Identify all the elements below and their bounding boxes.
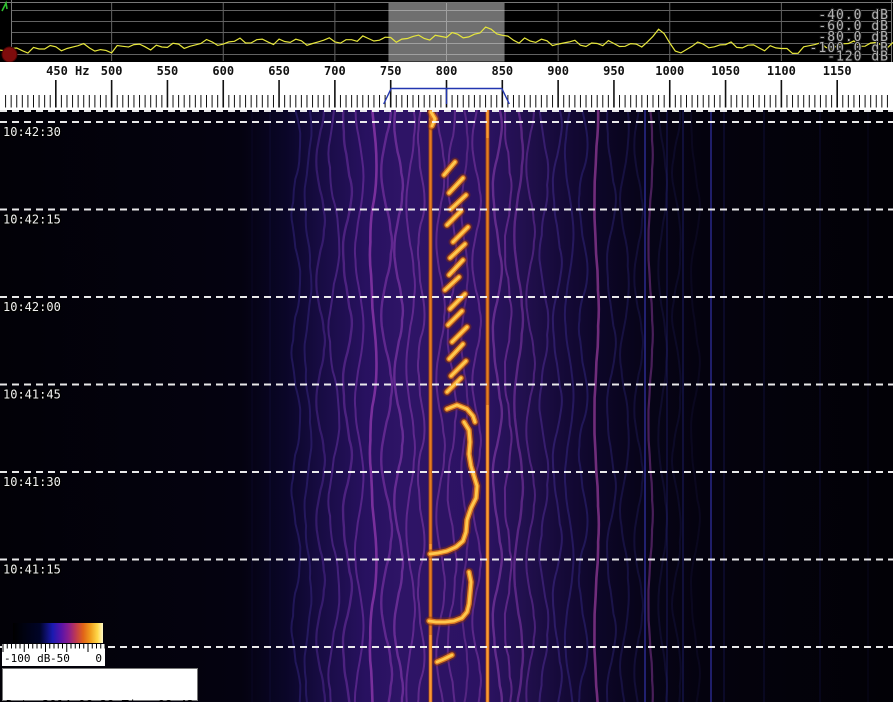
svg-text:1000: 1000 (655, 64, 684, 78)
svg-text:1100: 1100 (767, 64, 796, 78)
svg-text:10:41:30: 10:41:30 (3, 475, 61, 489)
svg-text:750: 750 (380, 64, 402, 78)
svg-text:650: 650 (268, 64, 290, 78)
spectrum-lab-window: -40.0 dB-60.0 dB-80.0 dB-100.0 dB-120 dB… (0, 0, 893, 702)
status-date-time: Date=2014-06-29 Time=08:42 (6, 698, 195, 702)
svg-text:10:42:30: 10:42:30 (3, 125, 61, 139)
waterfall-display[interactable]: 10:42:30 10:42:15 10:42:00 10:41:45 10:41:30… (0, 110, 893, 702)
svg-text:1050: 1050 (711, 64, 740, 78)
svg-text:10:41:45: 10:41:45 (3, 388, 61, 402)
status-box: Date=2014-06-29 Time=08:42 Freq= 400...1… (2, 668, 198, 701)
scale-label-mid: -50 (50, 653, 70, 665)
svg-text:1150: 1150 (823, 64, 852, 78)
svg-text:-120 dB: -120 dB (827, 50, 889, 63)
svg-text:10:41:15: 10:41:15 (3, 563, 61, 577)
svg-text:10:42:15: 10:42:15 (3, 213, 61, 227)
spectrum-graph-panel[interactable]: -40.0 dB-60.0 dB-80.0 dB-100.0 dB-120 dB (0, 0, 893, 62)
scale-label-min: -100 dB (4, 653, 50, 665)
svg-text:600: 600 (212, 64, 234, 78)
color-scale-gradient-bar (13, 623, 103, 643)
ruler-labels: 450 Hz 500 550 600 650 700 750 800 850 900 950 1000… (46, 64, 852, 78)
svg-text:500: 500 (101, 64, 123, 78)
svg-text:850: 850 (491, 64, 513, 78)
svg-text:10:42:00: 10:42:00 (3, 300, 61, 314)
svg-text:800: 800 (436, 64, 458, 78)
db-axis-labels: -40.0 dB-60.0 dB-80.0 dB-100.0 dB-120 dB (810, 8, 889, 62)
record-indicator-dot (2, 47, 17, 62)
color-scale-ruler: -100 dB -50 0 (2, 644, 105, 666)
scale-label-max: 0 (95, 653, 102, 665)
svg-text:550: 550 (157, 64, 179, 78)
frequency-ruler[interactable]: 450 Hz 500 550 600 650 700 750 800 850 900 950 1000… (0, 62, 893, 110)
svg-text:950: 950 (603, 64, 625, 78)
svg-text:900: 900 (547, 64, 569, 78)
svg-text:700: 700 (324, 64, 346, 78)
svg-text:450 Hz: 450 Hz (46, 64, 89, 78)
